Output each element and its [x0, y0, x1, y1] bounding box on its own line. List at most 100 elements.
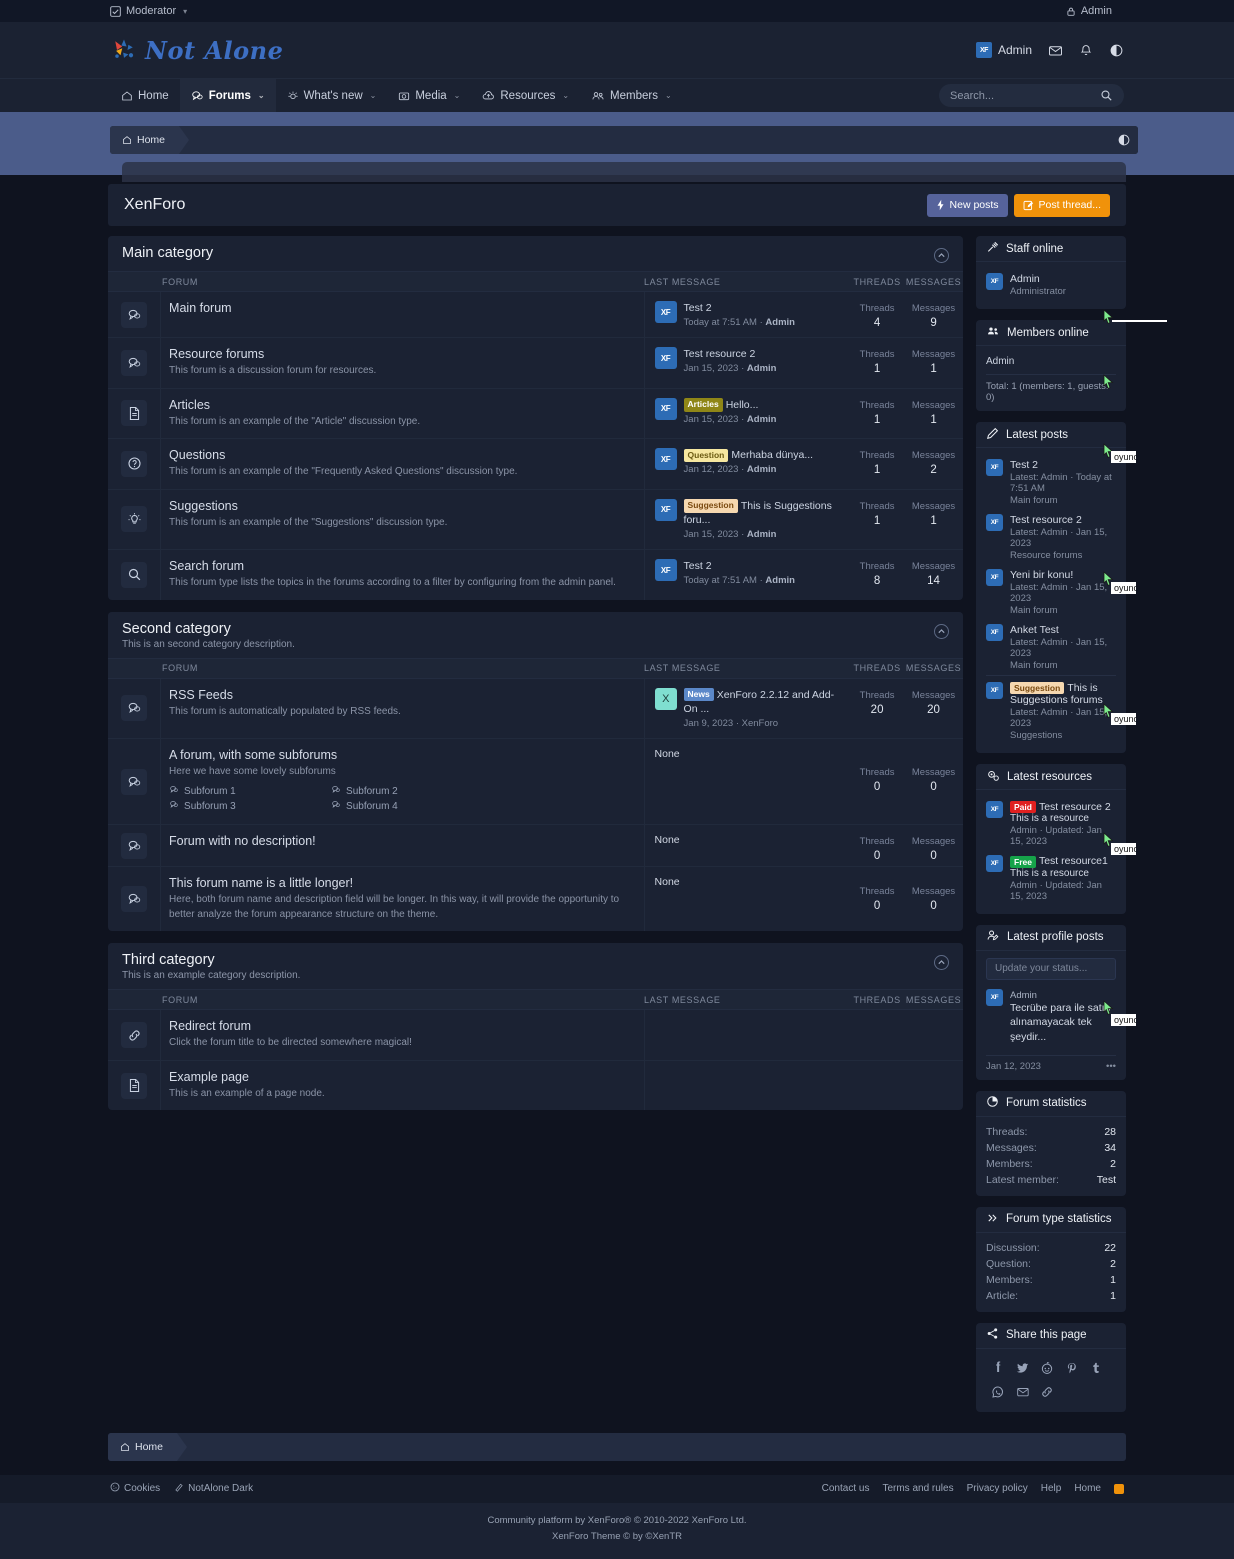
- site-logo[interactable]: Not Alone: [110, 36, 283, 65]
- admin-link[interactable]: Admin: [1081, 5, 1112, 17]
- post-title[interactable]: Yeni bir konu!: [1010, 569, 1116, 581]
- footer-link-contact[interactable]: Contact us: [822, 1483, 870, 1494]
- link-icon[interactable]: [1035, 1380, 1060, 1404]
- nav-item-home[interactable]: Home: [110, 79, 180, 112]
- prefix-tag[interactable]: Suggestion: [684, 499, 738, 512]
- post-forum[interactable]: Main forum: [1010, 495, 1116, 506]
- post-title[interactable]: Test resource 2: [1010, 514, 1116, 526]
- post-forum[interactable]: Suggestions: [1010, 730, 1116, 741]
- post-forum[interactable]: Main forum: [1010, 660, 1116, 671]
- node-title[interactable]: Search forum: [169, 559, 631, 573]
- prefix-tag[interactable]: Suggestion: [1010, 682, 1064, 694]
- lm-user[interactable]: Admin: [747, 529, 777, 540]
- nav-item-media[interactable]: Media ⌄: [387, 79, 471, 112]
- forum-node[interactable]: RSS Feeds This forum is automatically po…: [108, 679, 963, 739]
- latest-post-item[interactable]: XF SuggestionThis is Suggestions forums …: [986, 675, 1116, 745]
- forum-node[interactable]: Search forum This forum type lists the t…: [108, 550, 963, 600]
- node-title[interactable]: Main forum: [169, 301, 631, 315]
- forum-node[interactable]: Suggestions This forum is an example of …: [108, 490, 963, 550]
- last-message-title[interactable]: Test 2: [684, 301, 795, 315]
- last-message-title[interactable]: QuestionMerhaba dünya...: [684, 448, 814, 462]
- forum-node[interactable]: A forum, with some subforums Here we hav…: [108, 739, 963, 826]
- rss-icon[interactable]: [1114, 1484, 1124, 1494]
- chevron-down-icon[interactable]: ⌄: [562, 91, 569, 100]
- node-title[interactable]: Questions: [169, 448, 631, 462]
- paid-badge[interactable]: Paid: [1010, 801, 1036, 813]
- collapse-toggle[interactable]: [934, 955, 949, 970]
- logo-text[interactable]: Not Alone: [145, 36, 283, 65]
- chevron-down-icon[interactable]: ⌄: [665, 91, 672, 100]
- breadcrumb-home[interactable]: Home: [108, 1433, 177, 1461]
- facebook-icon[interactable]: 𝐟: [986, 1356, 1011, 1380]
- node-title[interactable]: Example page: [169, 1070, 631, 1084]
- prefix-tag[interactable]: News: [684, 688, 714, 701]
- chevron-down-icon[interactable]: ⌄: [370, 91, 377, 100]
- staff-member[interactable]: XF Admin Administrator: [986, 269, 1116, 301]
- pinterest-icon[interactable]: [1060, 1356, 1085, 1380]
- collapse-toggle[interactable]: [934, 248, 949, 263]
- last-message-title[interactable]: SuggestionThis is Suggestions foru...: [684, 499, 843, 527]
- breadcrumb-home[interactable]: Home: [110, 126, 179, 154]
- twitter-icon[interactable]: [1011, 1356, 1036, 1380]
- subforum-item[interactable]: Subforum 3: [169, 800, 331, 812]
- footer-link-terms[interactable]: Terms and rules: [882, 1483, 953, 1494]
- subforum-item[interactable]: Subforum 2: [331, 785, 493, 797]
- post-title[interactable]: SuggestionThis is Suggestions forums: [1010, 682, 1116, 706]
- footer-link-home[interactable]: Home: [1074, 1483, 1101, 1494]
- forum-node[interactable]: Articles This forum is an example of the…: [108, 389, 963, 440]
- member-name[interactable]: Admin: [1010, 273, 1066, 285]
- whatsapp-icon[interactable]: [986, 1380, 1011, 1404]
- forum-node[interactable]: Main forum XF Test 2 Today at 7:51 AM · …: [108, 292, 963, 338]
- node-title[interactable]: Resource forums: [169, 347, 631, 361]
- last-message-title[interactable]: NewsXenForo 2.2.12 and Add-On ...: [684, 688, 843, 716]
- stat-value[interactable]: Test: [1097, 1174, 1116, 1186]
- forum-node[interactable]: This forum name is a little longer! Here…: [108, 867, 963, 931]
- node-title[interactable]: Articles: [169, 398, 631, 412]
- tumblr-icon[interactable]: [1084, 1356, 1109, 1380]
- profile-post-author[interactable]: Admin: [1010, 990, 1116, 1001]
- bell-icon[interactable]: [1079, 43, 1093, 58]
- prefix-tag[interactable]: Articles: [684, 398, 723, 411]
- free-badge[interactable]: Free: [1010, 856, 1036, 868]
- last-message-title[interactable]: Test 2: [684, 559, 795, 573]
- node-title[interactable]: Forum with no description!: [169, 834, 631, 848]
- forum-node[interactable]: Redirect forum Click the forum title to …: [108, 1010, 963, 1061]
- latest-post-item[interactable]: XF Yeni bir konu! Latest: Admin · Jan 15…: [986, 565, 1116, 620]
- subforum-item[interactable]: Subforum 4: [331, 800, 493, 812]
- lm-user[interactable]: Admin: [747, 414, 777, 425]
- post-forum[interactable]: Main forum: [1010, 605, 1116, 616]
- nav-item-forums[interactable]: Forums ⌄: [180, 79, 276, 112]
- user-menu[interactable]: XF Admin: [976, 42, 1032, 58]
- email-icon[interactable]: [1011, 1380, 1036, 1404]
- cookies-link[interactable]: Cookies: [110, 1482, 160, 1495]
- lm-user[interactable]: Admin: [765, 575, 795, 586]
- resource-title[interactable]: PaidTest resource 2: [1010, 801, 1116, 813]
- node-title[interactable]: This forum name is a little longer!: [169, 876, 631, 890]
- post-title[interactable]: Test 2: [1010, 459, 1116, 471]
- prefix-tag[interactable]: Question: [684, 449, 729, 462]
- reddit-icon[interactable]: [1035, 1356, 1060, 1380]
- more-icon[interactable]: •••: [1106, 1061, 1116, 1072]
- envelope-icon[interactable]: [1048, 43, 1063, 58]
- search-input[interactable]: Search...: [939, 84, 1124, 107]
- sidebar-toggle-button[interactable]: [1110, 126, 1138, 154]
- subforum-item[interactable]: Subforum 1: [169, 785, 331, 797]
- moderator-checkbox-icon[interactable]: [110, 6, 121, 17]
- lm-user[interactable]: Admin: [747, 464, 777, 475]
- post-forum[interactable]: Resource forums: [1010, 550, 1116, 561]
- forum-node[interactable]: Resource forums This forum is a discussi…: [108, 338, 963, 389]
- profile-post-item[interactable]: XF Admin Tecrübe para ile satın alınamay…: [986, 985, 1116, 1049]
- resource-item[interactable]: XF PaidTest resource 2 This is a resourc…: [986, 797, 1116, 851]
- footer-link-privacy[interactable]: Privacy policy: [967, 1483, 1028, 1494]
- nav-item-resources[interactable]: Resources ⌄: [471, 79, 580, 112]
- chevron-down-icon[interactable]: ⌄: [454, 91, 461, 100]
- online-member[interactable]: Admin: [986, 353, 1116, 370]
- chevron-down-icon[interactable]: ▾: [183, 7, 187, 16]
- latest-post-item[interactable]: XF Test resource 2 Latest: Admin · Jan 1…: [986, 510, 1116, 565]
- node-title[interactable]: Suggestions: [169, 499, 631, 513]
- footer-link-help[interactable]: Help: [1041, 1483, 1062, 1494]
- collapse-toggle[interactable]: [934, 624, 949, 639]
- node-title[interactable]: Redirect forum: [169, 1019, 631, 1033]
- status-input[interactable]: Update your status...: [986, 958, 1116, 980]
- post-thread-button[interactable]: Post thread...: [1014, 194, 1110, 217]
